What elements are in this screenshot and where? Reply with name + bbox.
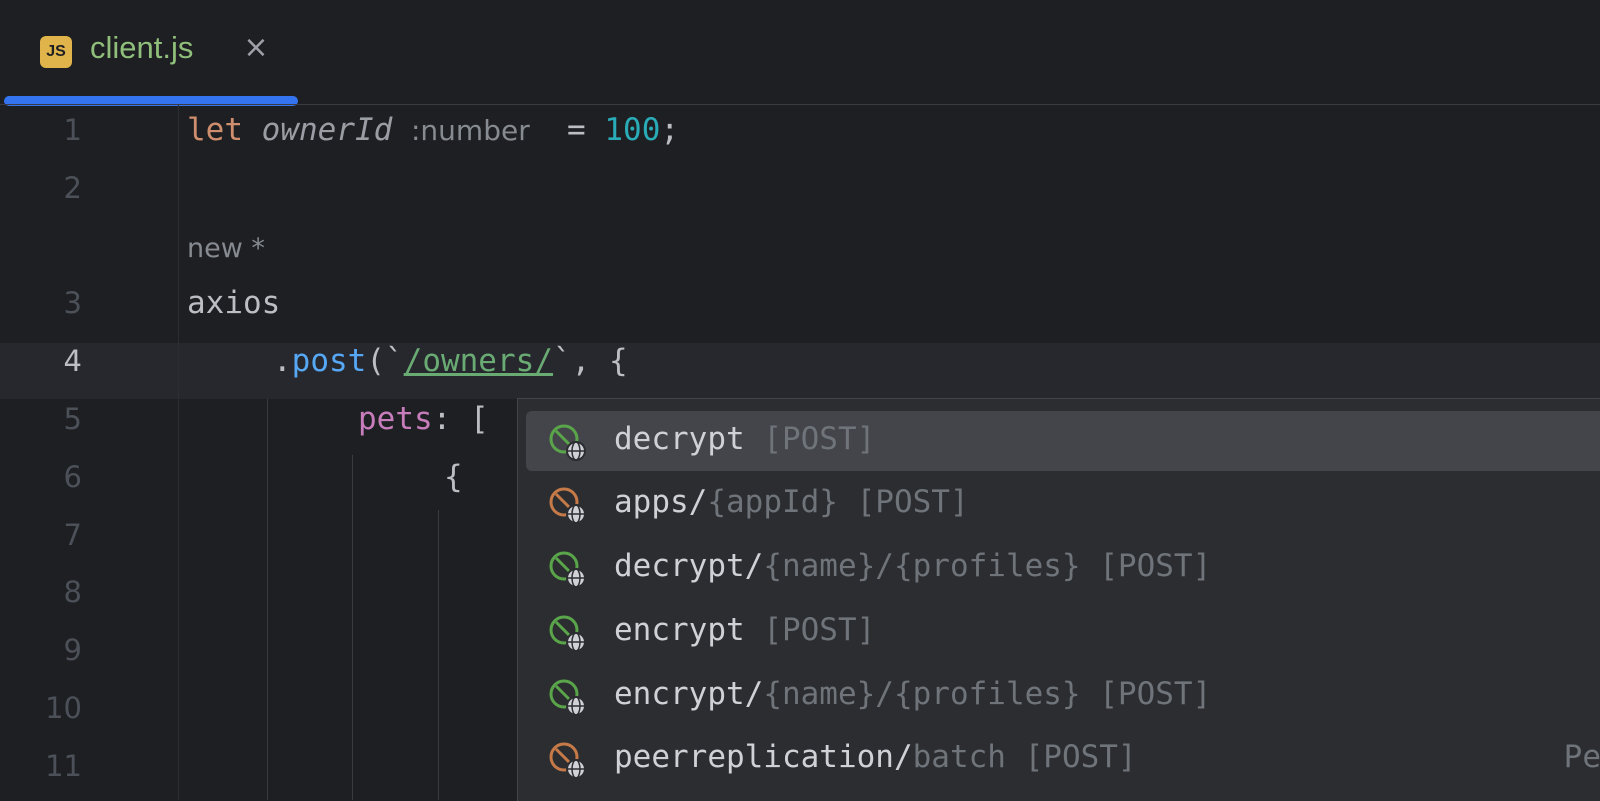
http-method: [POST] — [744, 421, 876, 457]
endpoint-path: decrypt — [614, 421, 745, 457]
completion-label: decrypt/{name}/{profiles} [POST] — [614, 548, 1211, 584]
code-line-5: pets: [ — [358, 401, 489, 437]
line-number: 8 — [63, 575, 82, 609]
inlay-hint-new: new * — [187, 233, 265, 264]
completion-item[interactable]: apps/{appId} [POST] — [526, 474, 1600, 534]
spring-endpoint-icon — [549, 487, 586, 524]
completion-item[interactable]: encrypt [POST] — [526, 602, 1600, 662]
line-number: 1 — [63, 113, 82, 147]
completion-type-text: Pe — [1563, 739, 1600, 775]
completion-label: encrypt [POST] — [614, 612, 875, 648]
indent-guide — [267, 399, 268, 800]
line-number: 10 — [45, 691, 82, 725]
keyword: let — [187, 112, 243, 148]
gutter-separator — [178, 105, 179, 800]
indent-guide — [438, 510, 439, 800]
endpoint-param: {name}/{profiles} — [763, 676, 1081, 712]
code-line-3: axios — [187, 285, 281, 321]
paren-open: (` — [366, 343, 404, 379]
spring-endpoint-icon — [549, 679, 586, 716]
http-method: [POST] — [744, 612, 876, 648]
line-number-active: 4 — [63, 344, 82, 378]
spring-endpoint-icon — [549, 424, 586, 461]
line-number: 3 — [63, 286, 82, 320]
endpoint-param: batch — [912, 739, 1006, 775]
operator: = — [548, 112, 605, 148]
spring-endpoint-icon — [549, 742, 586, 779]
code-line-6: { — [444, 459, 463, 495]
number-literal: 100 — [604, 112, 661, 148]
completion-label: peerreplication/batch [POST] — [614, 739, 1137, 775]
http-method: [POST] — [1005, 739, 1137, 775]
completion-label: decrypt [POST] — [614, 421, 875, 457]
close-icon[interactable]: × — [238, 30, 274, 66]
code-line-1: let ownerId :number = 100; — [187, 112, 679, 148]
completion-item[interactable]: decrypt/{name}/{profiles} [POST] — [526, 538, 1600, 598]
line-number: 5 — [63, 402, 82, 436]
tab-bar: JS client.js × — [0, 0, 1600, 106]
http-method: [POST] — [1080, 676, 1212, 712]
endpoint-path: apps/ — [614, 484, 708, 520]
completion-label: encrypt/{name}/{profiles} [POST] — [614, 676, 1211, 712]
line-number: 2 — [63, 171, 82, 205]
variable-name: ownerId — [261, 112, 393, 148]
property-name: pets — [358, 401, 433, 437]
completion-item[interactable]: encrypt/{name}/{profiles} [POST] — [526, 666, 1600, 726]
semicolon: ; — [660, 112, 680, 148]
javascript-file-icon: JS — [40, 36, 72, 68]
paren-close: `, { — [552, 343, 628, 379]
http-method: [POST] — [837, 484, 969, 520]
line-number: 6 — [63, 460, 82, 494]
completion-item[interactable]: decrypt [POST] — [526, 411, 1600, 471]
endpoint-path: peerreplication/ — [614, 739, 913, 775]
line-number: 7 — [63, 518, 82, 552]
tab-client-js[interactable]: JS client.js × — [0, 0, 300, 106]
code-line-4: .post(`/owners/`, { — [273, 343, 628, 379]
endpoint-param: {name}/{profiles} — [763, 548, 1081, 584]
endpoint-path: encrypt — [614, 612, 745, 648]
endpoint-path: decrypt/ — [614, 548, 764, 584]
endpoint-param: {appId} — [707, 484, 838, 520]
spring-endpoint-icon — [549, 615, 586, 652]
completion-item[interactable]: peerreplication/batch [POST] Pe — [526, 729, 1600, 789]
endpoint-path: encrypt/ — [614, 676, 764, 712]
tab-title: client.js — [90, 30, 194, 65]
indent-guide — [352, 455, 353, 800]
line-number: 11 — [45, 749, 82, 783]
current-line-highlight — [0, 343, 1600, 399]
completion-popup: decrypt [POST] apps/{appId} [POST] decry… — [517, 398, 1600, 801]
method-name: post — [291, 343, 367, 379]
http-method: [POST] — [1080, 548, 1212, 584]
punctuation: : [ — [432, 401, 489, 437]
spring-endpoint-icon — [549, 551, 586, 588]
line-number: 9 — [63, 633, 82, 667]
dot: . — [273, 343, 292, 379]
url-literal: /owners/ — [403, 343, 553, 379]
completion-label: apps/{appId} [POST] — [614, 484, 969, 520]
type-hint: :number — [411, 114, 530, 147]
